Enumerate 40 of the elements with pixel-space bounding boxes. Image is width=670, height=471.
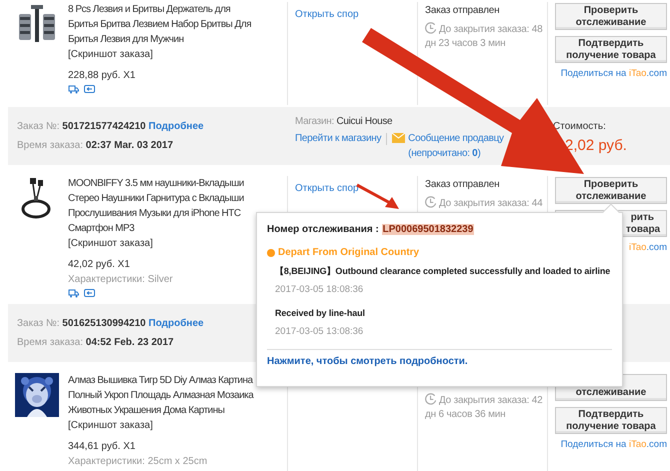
cost-label: Стоимость: — [553, 120, 607, 134]
order-time-text: Время заказа: 04:52 Feb. 23 2017 — [17, 336, 175, 350]
message-seller-link[interactable]: Сообщение продавцу — [408, 130, 504, 146]
visit-store-link[interactable]: Перейти к магазину — [295, 130, 382, 146]
tracking-event-time: 2017-03-05 18:08:36 — [275, 283, 364, 297]
confirm-receipt-button[interactable]: Подтвердить получение товара — [555, 407, 667, 434]
order-time-text: Время заказа: 02:37 Mar. 03 2017 — [17, 139, 174, 153]
tracking-event-time: 2017-03-05 13:08:36 — [275, 325, 364, 339]
tracking-event-text: Received by line-haul — [275, 307, 365, 320]
unread-count-text: (непрочитано: 0) — [408, 146, 482, 160]
confirm-receipt-button[interactable]: Подтвердить получение товара — [555, 36, 667, 63]
share-link[interactable]: Поделиться на iTao.com — [555, 439, 667, 451]
share-link[interactable]: Поделиться на iTao.com — [555, 68, 667, 80]
open-dispute-link[interactable]: Открыть спор — [295, 9, 359, 20]
specs-text: Характеристики: Silver — [68, 273, 174, 287]
order-status-text: Заказ отправлен — [425, 4, 500, 18]
product-title-link[interactable]: MOONBIFFY 3.5 мм наушники-Вкладыши Стерео Наушники Гарнитура с Вкладыши Прослушивания Музыки для iPhone HTC Смартфон MP3 — [68, 176, 255, 236]
product-title-link[interactable]: Алмаз Вышивка Тигр 5D Diy Алмаз Картина Полный Укроп Площадь Алмазная Мозаика Животных Украшения Дома Картины — [68, 373, 255, 418]
tracking-number-text: Номер отслеживания : LP00069501832239 — [267, 223, 476, 237]
countdown-text: До закрытия заказа: 42 дн 6 часов 36 мин — [425, 393, 544, 422]
store-name-text: Магазин: Cuicui House — [295, 114, 394, 128]
tracking-event-text: 【8,BEIJING】Outbound clearance completed successfully and loaded to airline — [275, 265, 610, 278]
price-text: 344,61 руб. X1 — [68, 440, 136, 454]
open-dispute-link[interactable]: Открыть спор — [295, 183, 359, 194]
tracking-details-link[interactable]: Нажмите, чтобы смотреть подробности. — [267, 355, 468, 369]
order-snapshot-link[interactable]: [Скриншот заказа] — [68, 418, 280, 433]
product-title-link[interactable]: 8 Pcs Лезвия и Бритвы Держатель для Бритья Бритва Лезвием Набор Бритвы Для Бритья Лезвия для Мужчин — [68, 2, 255, 47]
order-snapshot-link[interactable]: [Скриншот заказа] — [68, 47, 280, 62]
countdown-text: До закрытия заказа: 44 — [425, 196, 547, 211]
order-details-link[interactable]: Подробнее — [148, 318, 204, 329]
tracking-stage-text: Depart From Original Country — [278, 246, 420, 260]
order-details-link[interactable]: Подробнее — [148, 121, 204, 132]
check-tracking-button[interactable]: Проверить отслеживание — [555, 177, 667, 204]
order-status-text: Заказ отправлен — [425, 178, 500, 192]
price-text: 228,88 руб. X1 — [68, 69, 136, 83]
countdown-text: До закрытия заказа: 48 дн 23 часов 3 мин — [425, 22, 544, 51]
check-tracking-button[interactable]: Проверить отслеживание — [555, 3, 667, 30]
specs-text: Характеристики: 25cm x 25cm — [68, 455, 208, 469]
price-text: 42,02 руб. X1 — [68, 258, 131, 272]
order-number-text: Заказ №: 501721577424210 Подробнее — [17, 120, 205, 134]
